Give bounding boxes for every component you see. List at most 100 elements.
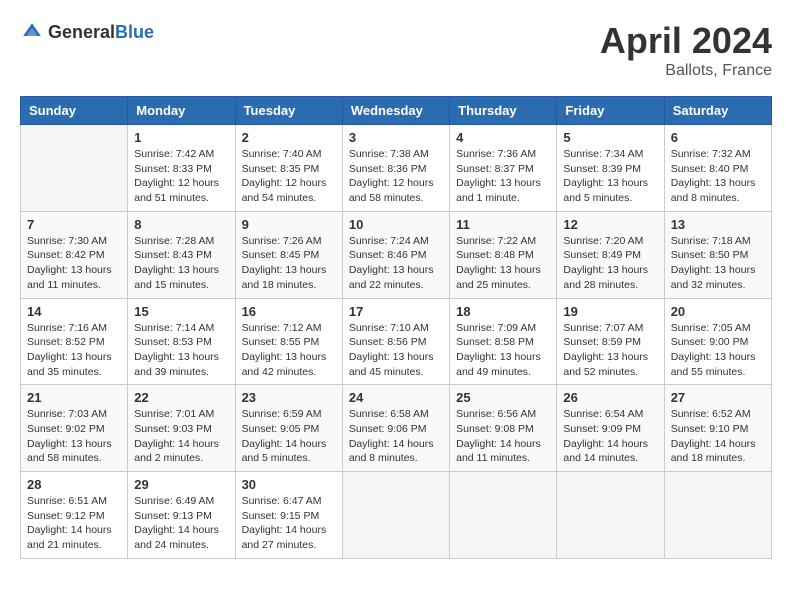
- day-info: Sunrise: 7:32 AM Sunset: 8:40 PM Dayligh…: [671, 147, 765, 206]
- day-info: Sunrise: 6:59 AM Sunset: 9:05 PM Dayligh…: [242, 407, 336, 466]
- day-number: 17: [349, 304, 443, 319]
- day-number: 2: [242, 130, 336, 145]
- day-info: Sunrise: 7:09 AM Sunset: 8:58 PM Dayligh…: [456, 321, 550, 380]
- day-info: Sunrise: 6:52 AM Sunset: 9:10 PM Dayligh…: [671, 407, 765, 466]
- day-number: 28: [27, 477, 121, 492]
- day-info: Sunrise: 7:22 AM Sunset: 8:48 PM Dayligh…: [456, 234, 550, 293]
- day-cell: [450, 472, 557, 559]
- day-info: Sunrise: 6:54 AM Sunset: 9:09 PM Dayligh…: [563, 407, 657, 466]
- day-number: 16: [242, 304, 336, 319]
- day-cell: 27 Sunrise: 6:52 AM Sunset: 9:10 PM Dayli…: [664, 385, 771, 472]
- day-info: Sunrise: 7:07 AM Sunset: 8:59 PM Dayligh…: [563, 321, 657, 380]
- day-cell: 15Sunrise: 7:14 AM Sunset: 8:53 PM Dayli…: [128, 298, 235, 385]
- day-cell: [557, 472, 664, 559]
- day-info: Sunrise: 7:30 AM Sunset: 8:42 PM Dayligh…: [27, 234, 121, 293]
- week-row-3: 14 Sunrise: 7:16 AM Sunset: 8:52 PM Dayli…: [21, 298, 772, 385]
- day-info: Sunrise: 7:28 AM Sunset: 8:43 PM Dayligh…: [134, 234, 228, 293]
- day-cell: 9Sunrise: 7:26 AM Sunset: 8:45 PM Daylig…: [235, 211, 342, 298]
- day-info: Sunrise: 7:16 AM Sunset: 8:52 PM Dayligh…: [27, 321, 121, 380]
- day-number: 19: [563, 304, 657, 319]
- day-info: Sunrise: 6:51 AM Sunset: 9:12 PM Dayligh…: [27, 494, 121, 553]
- day-number: 3: [349, 130, 443, 145]
- day-info: Sunrise: 7:26 AM Sunset: 8:45 PM Dayligh…: [242, 234, 336, 293]
- day-number: 6: [671, 130, 765, 145]
- day-cell: 21 Sunrise: 7:03 AM Sunset: 9:02 PM Dayli…: [21, 385, 128, 472]
- day-info: Sunrise: 7:36 AM Sunset: 8:37 PM Dayligh…: [456, 147, 550, 206]
- day-cell: 22 Sunrise: 7:01 AM Sunset: 9:03 PM Dayli…: [128, 385, 235, 472]
- day-number: 20: [671, 304, 765, 319]
- day-number: 5: [563, 130, 657, 145]
- day-cell: 7 Sunrise: 7:30 AM Sunset: 8:42 PM Daylig…: [21, 211, 128, 298]
- day-number: 18: [456, 304, 550, 319]
- day-cell: 3Sunrise: 7:38 AM Sunset: 8:36 PM Daylig…: [342, 125, 449, 212]
- day-info: Sunrise: 6:47 AM Sunset: 9:15 PM Dayligh…: [242, 494, 336, 553]
- day-number: 27: [671, 390, 765, 405]
- day-number: 24: [349, 390, 443, 405]
- day-info: Sunrise: 7:10 AM Sunset: 8:56 PM Dayligh…: [349, 321, 443, 380]
- day-cell: 2 Sunrise: 7:40 AM Sunset: 8:35 PM Daylig…: [235, 125, 342, 212]
- week-row-4: 21 Sunrise: 7:03 AM Sunset: 9:02 PM Dayli…: [21, 385, 772, 472]
- weekday-header-monday: Monday: [128, 97, 235, 125]
- logo-text: GeneralBlue: [48, 22, 154, 43]
- day-info: Sunrise: 7:14 AM Sunset: 8:53 PM Dayligh…: [134, 321, 228, 380]
- logo: GeneralBlue: [20, 20, 154, 44]
- day-number: 21: [27, 390, 121, 405]
- day-cell: 26 Sunrise: 6:54 AM Sunset: 9:09 PM Dayli…: [557, 385, 664, 472]
- day-cell: 29Sunrise: 6:49 AM Sunset: 9:13 PM Dayli…: [128, 472, 235, 559]
- day-number: 26: [563, 390, 657, 405]
- day-cell: 28 Sunrise: 6:51 AM Sunset: 9:12 PM Dayli…: [21, 472, 128, 559]
- day-cell: 18 Sunrise: 7:09 AM Sunset: 8:58 PM Dayli…: [450, 298, 557, 385]
- page-header: GeneralBlue April 2024 Ballots, France: [20, 20, 772, 80]
- day-cell: 14 Sunrise: 7:16 AM Sunset: 8:52 PM Dayli…: [21, 298, 128, 385]
- day-cell: 8 Sunrise: 7:28 AM Sunset: 8:43 PM Daylig…: [128, 211, 235, 298]
- weekday-header-sunday: Sunday: [21, 97, 128, 125]
- day-number: 1: [134, 130, 228, 145]
- day-info: Sunrise: 6:58 AM Sunset: 9:06 PM Dayligh…: [349, 407, 443, 466]
- day-info: Sunrise: 7:20 AM Sunset: 8:49 PM Dayligh…: [563, 234, 657, 293]
- day-cell: [21, 125, 128, 212]
- weekday-header-wednesday: Wednesday: [342, 97, 449, 125]
- day-cell: 19 Sunrise: 7:07 AM Sunset: 8:59 PM Dayli…: [557, 298, 664, 385]
- day-number: 8: [134, 217, 228, 232]
- weekday-header-row: SundayMondayTuesdayWednesdayThursdayFrid…: [21, 97, 772, 125]
- day-cell: [342, 472, 449, 559]
- week-row-1: 1Sunrise: 7:42 AM Sunset: 8:33 PM Daylig…: [21, 125, 772, 212]
- calendar-table: SundayMondayTuesdayWednesdayThursdayFrid…: [20, 96, 772, 559]
- day-cell: 6 Sunrise: 7:32 AM Sunset: 8:40 PM Daylig…: [664, 125, 771, 212]
- day-cell: 20Sunrise: 7:05 AM Sunset: 9:00 PM Dayli…: [664, 298, 771, 385]
- logo-blue: Blue: [115, 22, 154, 42]
- day-number: 10: [349, 217, 443, 232]
- day-info: Sunrise: 7:18 AM Sunset: 8:50 PM Dayligh…: [671, 234, 765, 293]
- day-cell: 16 Sunrise: 7:12 AM Sunset: 8:55 PM Dayli…: [235, 298, 342, 385]
- day-number: 14: [27, 304, 121, 319]
- day-cell: 12 Sunrise: 7:20 AM Sunset: 8:49 PM Dayli…: [557, 211, 664, 298]
- day-cell: 11 Sunrise: 7:22 AM Sunset: 8:48 PM Dayli…: [450, 211, 557, 298]
- day-cell: 10Sunrise: 7:24 AM Sunset: 8:46 PM Dayli…: [342, 211, 449, 298]
- day-number: 22: [134, 390, 228, 405]
- day-info: Sunrise: 7:34 AM Sunset: 8:39 PM Dayligh…: [563, 147, 657, 206]
- day-cell: [664, 472, 771, 559]
- day-number: 30: [242, 477, 336, 492]
- day-number: 12: [563, 217, 657, 232]
- day-cell: 24 Sunrise: 6:58 AM Sunset: 9:06 PM Dayli…: [342, 385, 449, 472]
- weekday-header-saturday: Saturday: [664, 97, 771, 125]
- logo-icon: [20, 20, 44, 44]
- logo-general: General: [48, 22, 115, 42]
- day-number: 7: [27, 217, 121, 232]
- day-cell: 1Sunrise: 7:42 AM Sunset: 8:33 PM Daylig…: [128, 125, 235, 212]
- day-info: Sunrise: 7:03 AM Sunset: 9:02 PM Dayligh…: [27, 407, 121, 466]
- weekday-header-thursday: Thursday: [450, 97, 557, 125]
- day-number: 11: [456, 217, 550, 232]
- weekday-header-friday: Friday: [557, 97, 664, 125]
- day-cell: 4 Sunrise: 7:36 AM Sunset: 8:37 PM Daylig…: [450, 125, 557, 212]
- day-info: Sunrise: 7:40 AM Sunset: 8:35 PM Dayligh…: [242, 147, 336, 206]
- day-info: Sunrise: 7:12 AM Sunset: 8:55 PM Dayligh…: [242, 321, 336, 380]
- day-info: Sunrise: 6:56 AM Sunset: 9:08 PM Dayligh…: [456, 407, 550, 466]
- day-cell: 30 Sunrise: 6:47 AM Sunset: 9:15 PM Dayli…: [235, 472, 342, 559]
- day-number: 4: [456, 130, 550, 145]
- day-cell: 25 Sunrise: 6:56 AM Sunset: 9:08 PM Dayli…: [450, 385, 557, 472]
- day-info: Sunrise: 7:01 AM Sunset: 9:03 PM Dayligh…: [134, 407, 228, 466]
- day-number: 25: [456, 390, 550, 405]
- day-cell: 17 Sunrise: 7:10 AM Sunset: 8:56 PM Dayli…: [342, 298, 449, 385]
- day-number: 13: [671, 217, 765, 232]
